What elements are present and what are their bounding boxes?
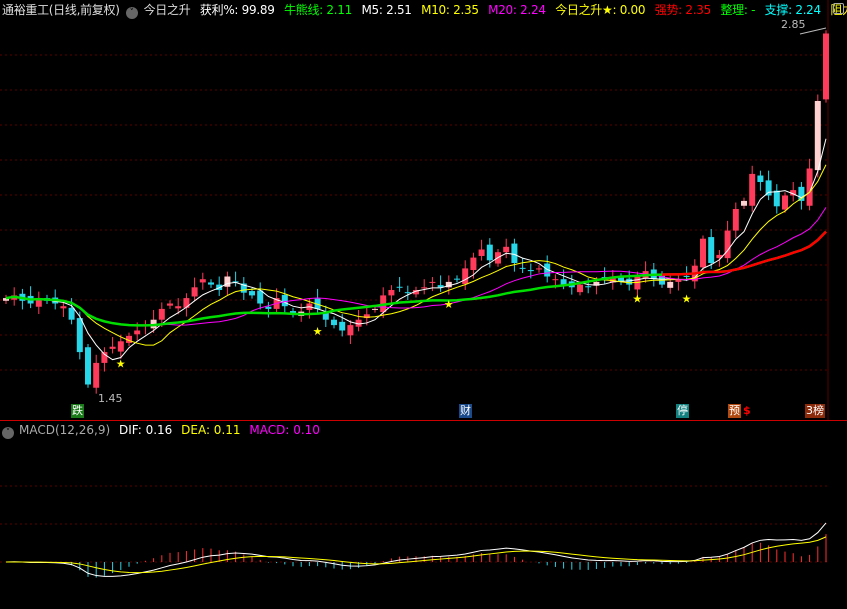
candle-body xyxy=(749,173,756,206)
candle-body xyxy=(175,306,182,309)
candle-body xyxy=(626,278,633,285)
candle-body xyxy=(773,190,780,207)
candle-body xyxy=(117,341,124,352)
candle-body xyxy=(60,306,67,309)
star-icon: ★ xyxy=(632,293,642,306)
bull-line-value: 牛熊线: 2.11 xyxy=(284,3,352,17)
low-price-label: 1.45 xyxy=(98,392,123,405)
candle-body xyxy=(724,230,731,259)
tag-list[interactable]: 3榜 xyxy=(805,404,825,418)
candle-body xyxy=(85,347,91,385)
candle-body xyxy=(585,286,592,288)
candle-body xyxy=(109,346,116,349)
candle-body xyxy=(708,237,715,263)
candle-body xyxy=(93,362,100,388)
candle-body xyxy=(577,284,583,293)
candle-body xyxy=(331,319,337,326)
candle-body xyxy=(478,249,485,256)
candle-body xyxy=(486,244,493,261)
consolidate-value: 整理: - xyxy=(720,3,756,17)
candle-body xyxy=(404,292,411,294)
candle-body xyxy=(454,278,460,280)
main-chart-header: 通裕重工(日线,前复权) ˅ 今日之升 获利%: 99.89 牛熊线: 2.11 M… xyxy=(2,1,847,19)
candle-body xyxy=(208,282,214,285)
dif-value: DIF: 0.16 xyxy=(118,423,173,437)
candle-body xyxy=(462,268,469,285)
panel-divider[interactable] xyxy=(0,420,847,421)
candle-body xyxy=(191,287,198,297)
candle-body xyxy=(757,175,764,182)
star-icon: ★ xyxy=(116,357,126,370)
candle-body xyxy=(158,308,165,320)
candle-body xyxy=(527,270,534,272)
candle-body xyxy=(560,279,567,285)
candle-body xyxy=(76,318,83,353)
dif-line xyxy=(5,522,827,577)
tag-finance[interactable]: 财 xyxy=(459,404,472,418)
candle-body xyxy=(519,267,526,269)
candle-body xyxy=(249,291,255,296)
m5-value: M5: 2.51 xyxy=(361,3,412,17)
candle-body xyxy=(134,330,141,335)
candle-body xyxy=(388,290,395,296)
candle-body xyxy=(224,276,231,287)
star-icon: ★ xyxy=(682,293,692,306)
candle-body xyxy=(823,33,829,100)
tag-dollar[interactable]: $ xyxy=(742,404,752,418)
indicator-name[interactable]: 今日之升 xyxy=(144,3,191,17)
candle-body xyxy=(552,279,559,281)
candle-body xyxy=(68,307,75,320)
high-price-label: 2.85 xyxy=(781,18,806,31)
dea-value: DEA: 0.11 xyxy=(181,423,241,437)
m10-value: M10: 2.35 xyxy=(421,3,479,17)
chart-canvas[interactable]: ★ ★ ★ ★ ★ xyxy=(0,0,847,609)
m20-value: M20: 2.24 xyxy=(488,3,546,17)
candle-body xyxy=(421,287,428,289)
candle-body xyxy=(782,195,788,210)
window-toggle-icon[interactable] xyxy=(833,3,844,14)
chevron-down-icon[interactable]: ˅ xyxy=(125,7,138,19)
support-value: 支撑: 2.24 xyxy=(764,3,821,17)
candle-body xyxy=(765,180,772,196)
tag-halt[interactable]: 停 xyxy=(676,404,689,418)
profit-value: 获利%: 99.89 xyxy=(199,3,275,17)
stock-title: 通裕重工(日线,前复权) xyxy=(2,3,120,17)
candle-body xyxy=(339,321,346,331)
candle-body xyxy=(257,290,264,304)
candle-body xyxy=(347,325,354,336)
candle-body xyxy=(732,209,739,231)
candle-body xyxy=(667,281,674,288)
candle-body xyxy=(396,286,403,288)
candle-body xyxy=(814,101,821,171)
candle-body xyxy=(167,303,173,306)
candle-body xyxy=(741,200,747,206)
star-icon: ★ xyxy=(313,325,323,338)
candle-body xyxy=(265,306,272,309)
tag-fall[interactable]: 跌 xyxy=(71,404,84,418)
dea-line xyxy=(5,536,827,574)
candle-body xyxy=(183,298,190,308)
candle-body xyxy=(683,275,690,277)
star-icon: ★ xyxy=(444,298,454,311)
macd-name[interactable]: MACD(12,26,9) xyxy=(19,423,110,437)
candle-body xyxy=(536,268,542,270)
candle-body xyxy=(700,238,706,268)
candle-body xyxy=(281,294,288,307)
candle-body xyxy=(503,246,510,253)
candle-body xyxy=(470,257,477,271)
macd-value: MACD: 0.10 xyxy=(249,423,320,437)
macd-header: ˅ MACD(12,26,9) DIF: 0.16 DEA: 0.11 MACD:… xyxy=(2,423,325,439)
strong-value: 强势: 2.35 xyxy=(654,3,711,17)
candle-body xyxy=(372,308,378,310)
candle-body xyxy=(199,279,206,283)
candle-body xyxy=(511,243,518,263)
candle-body xyxy=(429,281,436,283)
chevron-down-icon[interactable]: ˅ xyxy=(2,427,14,439)
star-value: 今日之升★: 0.00 xyxy=(555,3,646,17)
tag-forecast[interactable]: 预 xyxy=(728,404,741,418)
